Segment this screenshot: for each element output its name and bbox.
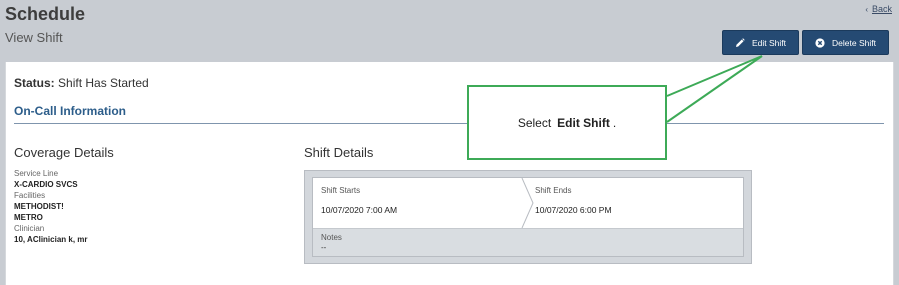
edit-shift-button[interactable]: Edit Shift — [722, 30, 799, 55]
section-divider — [14, 123, 884, 124]
status-value: Shift Has Started — [58, 76, 149, 90]
clinician-value: 10, AClinician k, mr — [14, 235, 88, 244]
delete-shift-button[interactable]: Delete Shift — [802, 30, 889, 55]
callout-bold: Edit Shift — [557, 115, 610, 130]
notes-value: -- — [321, 243, 327, 252]
shift-notes: Notes -- — [313, 228, 743, 256]
shift-details-inner: Shift Starts 10/07/2020 7:00 AM Shift En… — [312, 177, 744, 257]
facilities-label: Facilities — [14, 191, 46, 200]
page-header: Schedule View Shift ‹ Back Edit Shift Del… — [0, 0, 899, 62]
chevron-left-icon: ‹ — [865, 5, 868, 14]
service-line-value: X-CARDIO SVCS — [14, 180, 78, 189]
coverage-details-title: Coverage Details — [14, 145, 114, 160]
shift-panel: Status: Shift Has Started On-Call Inform… — [5, 62, 894, 285]
page-subtitle: View Shift — [5, 30, 63, 45]
page-title: Schedule — [5, 4, 86, 24]
back-link-label[interactable]: Back — [872, 4, 892, 14]
shift-details-card: Shift Starts 10/07/2020 7:00 AM Shift En… — [304, 170, 752, 264]
notes-label: Notes — [321, 233, 342, 242]
facility-value-2: METRO — [14, 213, 43, 222]
on-call-section-title: On-Call Information — [14, 104, 126, 118]
facility-value-1: METHODIST! — [14, 202, 64, 211]
shift-starts-label: Shift Starts — [321, 186, 361, 195]
clinician-label: Clinician — [14, 224, 45, 233]
shift-starts-value: 10/07/2020 7:00 AM — [321, 205, 398, 215]
delete-shift-label: Delete Shift — [832, 37, 876, 48]
edit-shift-label: Edit Shift — [751, 37, 787, 48]
callout-suffix: . — [612, 115, 617, 130]
back-link[interactable]: ‹ Back — [865, 4, 892, 14]
chevron-separator-icon — [521, 178, 534, 228]
status-label: Status: — [14, 76, 55, 90]
callout-prefix: Select — [517, 115, 552, 130]
shift-details-title: Shift Details — [304, 145, 374, 160]
coverage-details: Service Line X-CARDIO SVCS Facilities ME… — [14, 168, 214, 245]
pencil-icon — [735, 37, 745, 48]
close-circle-icon — [815, 37, 825, 48]
shift-ends-value: 10/07/2020 6:00 PM — [535, 205, 612, 215]
shift-ends-label: Shift Ends — [535, 186, 572, 195]
shift-status: Status: Shift Has Started — [14, 76, 149, 90]
service-line-label: Service Line — [14, 169, 59, 178]
shift-times: Shift Starts 10/07/2020 7:00 AM Shift En… — [313, 178, 743, 228]
instruction-callout: Select Edit Shift . — [467, 85, 667, 160]
